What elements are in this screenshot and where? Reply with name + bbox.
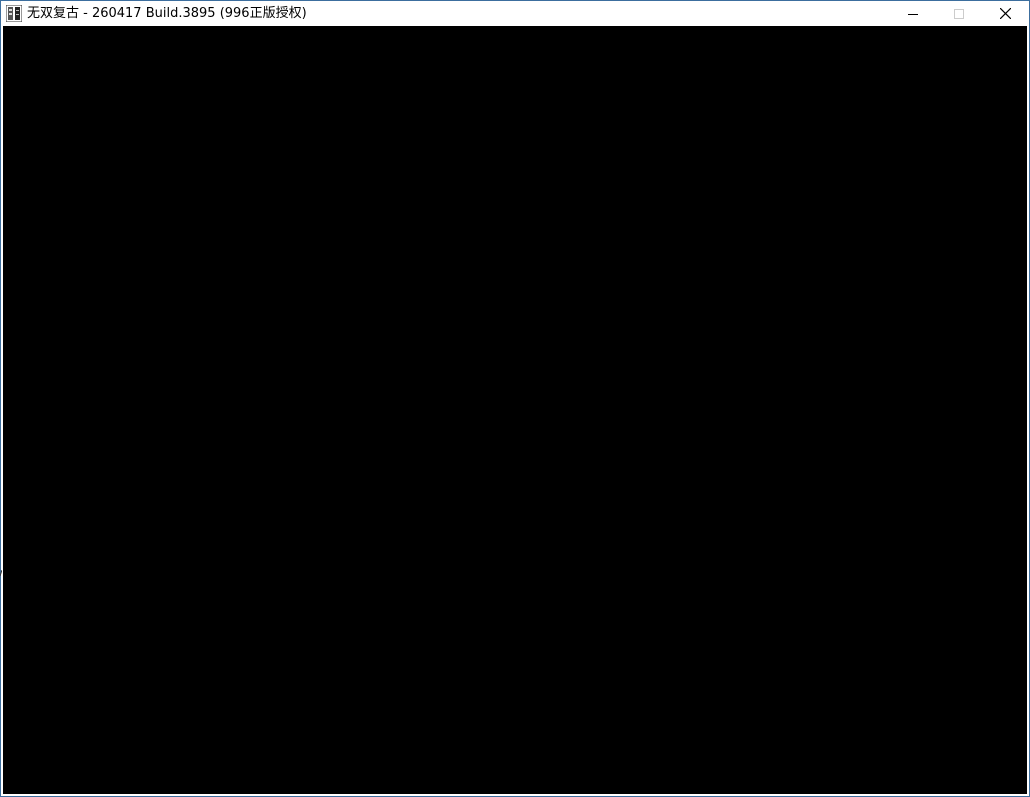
- game-window: 无双复古 - 260417 Build.3895 (996正版授权): [0, 0, 1030, 797]
- close-icon: [999, 8, 1011, 19]
- close-button[interactable]: [982, 1, 1028, 26]
- game-viewport[interactable]: [3, 26, 1027, 794]
- app-logo-icon[interactable]: [5, 4, 23, 23]
- title-bar[interactable]: 无双复古 - 260417 Build.3895 (996正版授权): [1, 1, 1029, 26]
- maximize-icon: [954, 8, 964, 19]
- minimize-icon: [908, 13, 918, 15]
- minimize-button[interactable]: [890, 1, 936, 26]
- window-title: 无双复古 - 260417 Build.3895 (996正版授权): [27, 6, 307, 21]
- maximize-button[interactable]: [936, 1, 982, 26]
- resize-edge-mark: [0, 570, 2, 577]
